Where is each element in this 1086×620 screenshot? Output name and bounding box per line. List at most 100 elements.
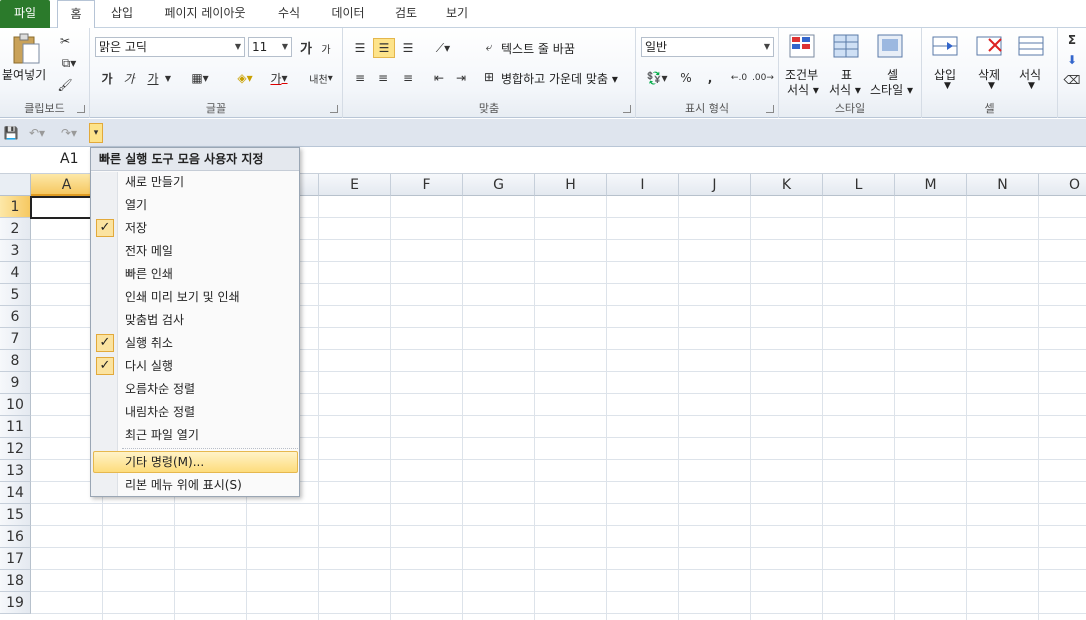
increase-decimal-icon[interactable]: ←.0 (728, 68, 750, 88)
menu-item-show-above-ribbon[interactable]: 리본 메뉴 위에 표시(S) (93, 474, 298, 496)
row-header-2[interactable]: 2 (0, 218, 31, 240)
row-header-14[interactable]: 14 (0, 482, 31, 504)
font-name-select[interactable]: 맑은 고딕 ▼ (95, 37, 245, 57)
column-header-e[interactable]: E (319, 174, 391, 196)
row-header-8[interactable]: 8 (0, 350, 31, 372)
menu-item-redo[interactable]: ✓ 다시 실행 (93, 355, 298, 377)
tab-data[interactable]: 데이터 (322, 0, 374, 28)
row-header-4[interactable]: 4 (0, 262, 31, 284)
menu-item-undo[interactable]: ✓ 실행 취소 (93, 332, 298, 354)
row-header-12[interactable]: 12 (0, 438, 31, 460)
tab-insert[interactable]: 삽입 (102, 0, 142, 28)
row-header-15[interactable]: 15 (0, 504, 31, 526)
wrap-text-icon[interactable]: ⤶ (481, 38, 497, 56)
menu-item-email[interactable]: 전자 메일 (93, 240, 298, 262)
align-middle-icon[interactable]: ☰ (373, 38, 395, 58)
wrap-text-button[interactable]: 텍스트 줄 바꿈 (501, 40, 575, 57)
align-bottom-icon[interactable]: ☰ (398, 38, 418, 58)
format-painter-icon[interactable]: 🖌 (55, 76, 75, 94)
menu-item-more-commands[interactable]: 기타 명령(M)... (93, 451, 298, 473)
phonetic-button[interactable]: 내천 ▾ (304, 68, 338, 88)
row-header-7[interactable]: 7 (0, 328, 31, 350)
font-color-button[interactable]: 가 ▾ (264, 68, 294, 88)
grow-font-button[interactable]: 가 (297, 37, 315, 57)
menu-item-open[interactable]: 열기 (93, 194, 298, 216)
menu-item-print-preview[interactable]: 인쇄 미리 보기 및 인쇄 (93, 286, 298, 308)
conditional-format-line2[interactable]: 서식 ▾ (787, 81, 819, 98)
chevron-down-icon[interactable]: ▼ (163, 68, 173, 88)
column-header-j[interactable]: J (679, 174, 751, 196)
border-icon[interactable]: ▦▾ (185, 68, 215, 88)
font-size-select[interactable]: 11 ▼ (248, 37, 292, 57)
row-header-5[interactable]: 5 (0, 284, 31, 306)
menu-item-recent-files[interactable]: 최근 파일 열기 (93, 424, 298, 446)
cell-styles-line2[interactable]: 스타일 ▾ (870, 81, 913, 98)
autosum-icon[interactable]: Σ (1064, 32, 1080, 48)
tab-file[interactable]: 파일 (0, 0, 50, 28)
row-header-9[interactable]: 9 (0, 372, 31, 394)
menu-item-new[interactable]: 새로 만들기 (93, 171, 298, 193)
chevron-down-icon[interactable]: ▼ (988, 81, 995, 91)
paste-button[interactable] (6, 32, 46, 66)
redo-icon[interactable]: ↷▾ (56, 125, 82, 141)
shrink-font-button[interactable]: 가 (318, 39, 334, 57)
row-header-11[interactable]: 11 (0, 416, 31, 438)
merge-center-icon[interactable]: ⊞ (481, 68, 497, 86)
delete-cells-icon[interactable] (974, 32, 1006, 62)
tab-review[interactable]: 검토 (386, 0, 426, 28)
align-left-icon[interactable]: ≡ (350, 68, 370, 88)
align-top-icon[interactable]: ☰ (350, 38, 370, 58)
column-header-g[interactable]: G (463, 174, 535, 196)
format-as-table-line2[interactable]: 서식 ▾ (829, 81, 861, 98)
number-launcher-icon[interactable] (766, 105, 774, 113)
row-header-17[interactable]: 17 (0, 548, 31, 570)
menu-item-sort-descending[interactable]: 내림차순 정렬 (93, 401, 298, 423)
clipboard-launcher-icon[interactable] (77, 105, 85, 113)
column-header-l[interactable]: L (823, 174, 895, 196)
column-header-i[interactable]: I (607, 174, 679, 196)
underline-button[interactable]: 가 (144, 68, 162, 88)
alignment-launcher-icon[interactable] (623, 105, 631, 113)
row-header-16[interactable]: 16 (0, 526, 31, 548)
paste-label[interactable]: 붙여넣기 (2, 66, 46, 83)
orientation-icon[interactable]: ⟋▾ (429, 38, 457, 58)
bold-button[interactable]: 가 (98, 68, 116, 88)
menu-item-quick-print[interactable]: 빠른 인쇄 (93, 263, 298, 285)
column-header-o[interactable]: O (1039, 174, 1086, 196)
row-header-1[interactable]: 1 (0, 196, 31, 218)
row-header-6[interactable]: 6 (0, 306, 31, 328)
tab-home[interactable]: 홈 (57, 0, 95, 29)
decrease-indent-icon[interactable]: ⇤ (429, 68, 449, 88)
align-center-icon[interactable]: ≡ (373, 68, 393, 88)
conditional-format-icon[interactable] (787, 32, 819, 62)
tab-formulas[interactable]: 수식 (268, 0, 310, 28)
row-header-3[interactable]: 3 (0, 240, 31, 262)
chevron-down-icon[interactable]: ▼ (1028, 81, 1035, 91)
column-header-m[interactable]: M (895, 174, 967, 196)
comma-button[interactable]: , (700, 68, 720, 88)
cell-styles-icon[interactable] (875, 32, 907, 62)
tab-page-layout[interactable]: 페이지 레이아웃 (155, 0, 255, 28)
row-header-19[interactable]: 19 (0, 592, 31, 614)
row-header-13[interactable]: 13 (0, 460, 31, 482)
chevron-down-icon[interactable]: ▼ (944, 81, 951, 91)
name-box[interactable]: A1 (60, 151, 78, 167)
menu-item-spelling[interactable]: 맞춤법 검사 (93, 309, 298, 331)
select-all-corner[interactable] (0, 174, 31, 196)
fill-icon[interactable]: ⬇ (1064, 52, 1080, 68)
undo-icon[interactable]: ↶▾ (24, 125, 50, 141)
menu-item-save[interactable]: ✓ 저장 (93, 217, 298, 239)
column-header-h[interactable]: H (535, 174, 607, 196)
row-header-10[interactable]: 10 (0, 394, 31, 416)
cut-icon[interactable]: ✂ (55, 32, 75, 50)
percent-button[interactable]: % (676, 68, 696, 88)
insert-cells-icon[interactable] (930, 32, 962, 62)
format-as-table-icon[interactable] (831, 32, 863, 62)
accounting-format-icon[interactable]: 💱▾ (642, 68, 672, 88)
customize-qat-button[interactable]: ▾ (89, 123, 103, 143)
number-format-select[interactable]: 일반 ▼ (641, 37, 774, 57)
row-header-18[interactable]: 18 (0, 570, 31, 592)
format-cells-icon[interactable] (1016, 32, 1048, 62)
merge-center-button[interactable]: 병합하고 가운데 맞춤 ▾ (501, 70, 618, 87)
align-right-icon[interactable]: ≡ (398, 68, 418, 88)
